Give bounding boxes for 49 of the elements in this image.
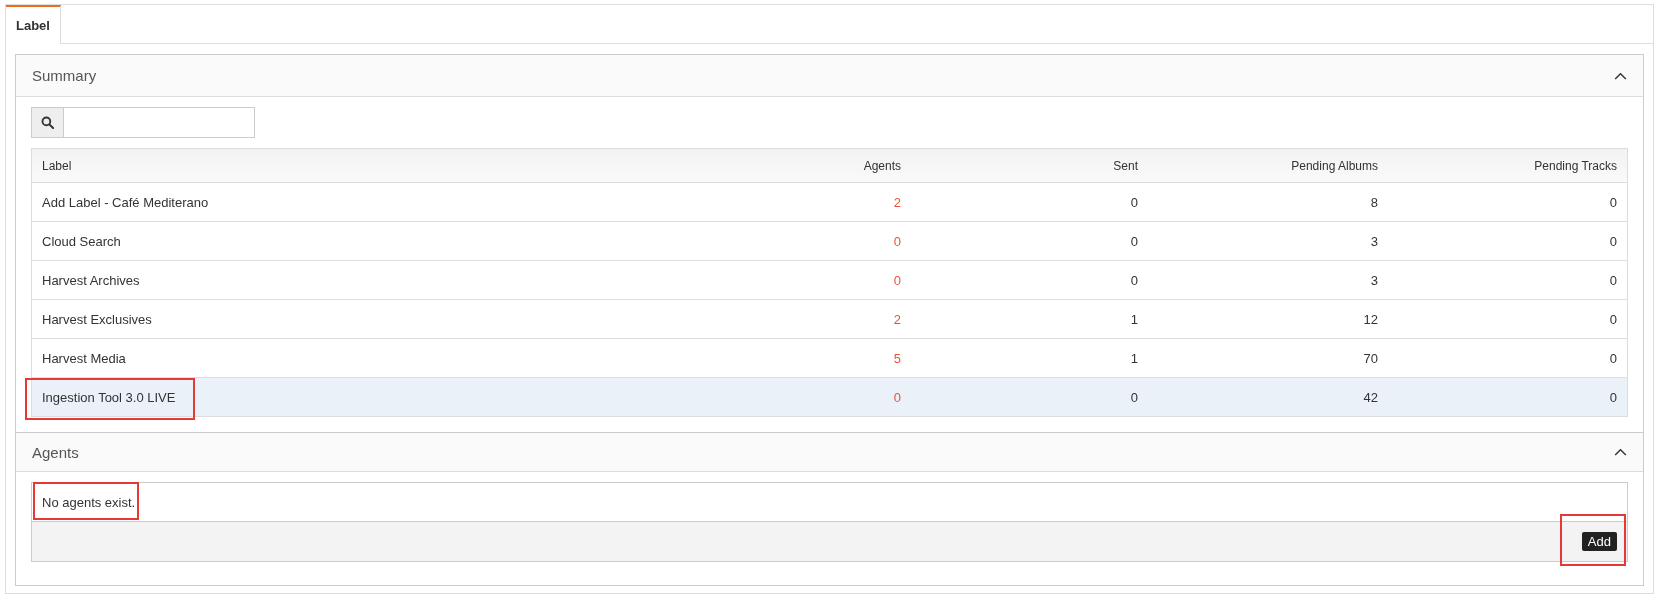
- table-cell: 0: [1130, 233, 1138, 249]
- table-cell: Add Label - Café Mediterano: [42, 194, 209, 210]
- table-cell: 12: [1363, 311, 1378, 327]
- table-cell: Cloud Search: [42, 233, 121, 249]
- section-title: Agents: [32, 443, 79, 461]
- table-cell: 0: [1130, 194, 1138, 210]
- chevron-icon[interactable]: [1614, 448, 1627, 456]
- table-row[interactable]: Harvest Exclusives 2 1 12 0: [32, 299, 1627, 338]
- section-header[interactable]: Summary: [16, 55, 1643, 97]
- search-icon: [41, 116, 54, 129]
- table-cell: 8: [1370, 194, 1378, 210]
- column-header[interactable]: Label: [32, 149, 661, 182]
- table-cell: 0: [1609, 311, 1617, 327]
- table-cell: 0: [1130, 389, 1138, 405]
- agents-count-link[interactable]: 0: [893, 272, 901, 288]
- agents-count-link[interactable]: 0: [893, 233, 901, 249]
- search-field[interactable]: [31, 107, 255, 138]
- table-row[interactable]: Harvest Archives 0 0 3 0: [32, 260, 1627, 299]
- table-cell: 0: [1130, 272, 1138, 288]
- table-cell: 0: [1609, 389, 1617, 405]
- table-cell: 3: [1370, 233, 1378, 249]
- table-cell: 0: [1609, 194, 1617, 210]
- section-header[interactable]: Agents: [16, 432, 1643, 472]
- agents-count-link[interactable]: 2: [893, 311, 901, 327]
- table-row[interactable]: Cloud Search 0 0 3 0: [32, 221, 1627, 260]
- table-cell: Harvest Exclusives: [42, 311, 152, 327]
- agents-count-link[interactable]: 5: [893, 350, 901, 366]
- column-header[interactable]: Sent: [911, 149, 1148, 182]
- tab[interactable]: Label: [6, 5, 61, 44]
- column-header[interactable]: Pending Tracks: [1388, 149, 1627, 182]
- chevron-icon[interactable]: [1614, 71, 1627, 80]
- table-cell: 3: [1370, 272, 1378, 288]
- add-button[interactable]: Add: [1581, 532, 1617, 551]
- table-row[interactable]: Add Label - Café Mediterano 2 0 8 0: [32, 182, 1627, 221]
- empty-message: No agents exist.: [42, 494, 136, 510]
- table-cell: 1: [1130, 311, 1138, 327]
- section-title: Summary: [32, 67, 97, 84]
- table-cell: Ingestion Tool 3.0 LIVE: [42, 389, 176, 405]
- table-cell: Harvest Media: [42, 350, 126, 366]
- column-header[interactable]: Agents: [661, 149, 911, 182]
- column-header[interactable]: Pending Albums: [1148, 149, 1388, 182]
- table-cell: Harvest Archives: [42, 272, 140, 288]
- table-cell: 0: [1609, 233, 1617, 249]
- table-cell: 0: [1609, 272, 1617, 288]
- table-cell: 70: [1363, 350, 1378, 366]
- table-cell: 1: [1130, 350, 1138, 366]
- agents-count-link[interactable]: 2: [893, 194, 901, 210]
- table-cell: 42: [1363, 389, 1378, 405]
- table-cell: 0: [1609, 350, 1617, 366]
